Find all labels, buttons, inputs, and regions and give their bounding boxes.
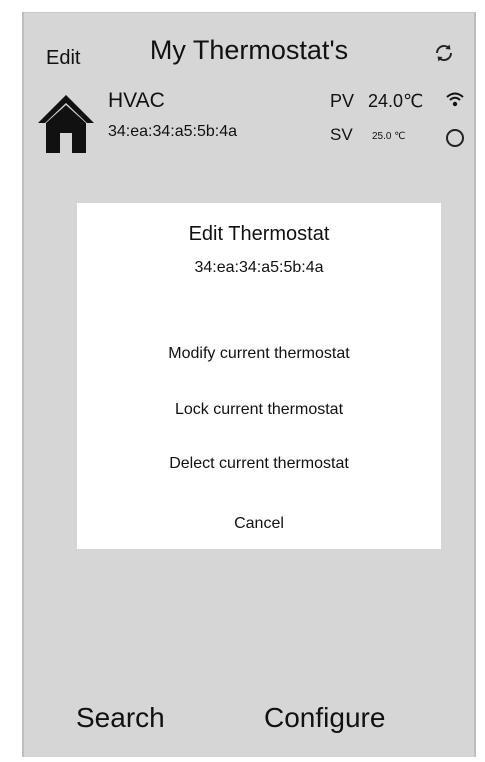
pv-label: PV bbox=[330, 91, 355, 111]
edit-thermostat-dialog: Edit Thermostat 34:ea:34:a5:5b:4a Modify… bbox=[77, 203, 441, 549]
dialog-subtitle: 34:ea:34:a5:5b:4a bbox=[194, 259, 324, 276]
house-icon bbox=[38, 95, 94, 153]
dialog-title: Edit Thermostat bbox=[188, 223, 330, 245]
refresh-icon[interactable] bbox=[432, 41, 456, 65]
thermostat-row[interactable]: HVAC 34:ea:34:a5:5b:4a PV 24.0℃ SV 25.0 … bbox=[24, 83, 474, 163]
lock-thermostat-option[interactable]: Lock current thermostat bbox=[77, 401, 441, 419]
power-toggle-icon[interactable] bbox=[446, 129, 464, 147]
sv-label: SV bbox=[330, 125, 353, 144]
sv-value: 25.0 ℃ bbox=[372, 131, 406, 142]
delete-thermostat-option[interactable]: Delect current thermostat bbox=[77, 455, 441, 473]
modify-thermostat-option[interactable]: Modify current thermostat bbox=[77, 345, 441, 363]
device-mac: 34:ea:34:a5:5b:4a bbox=[108, 123, 238, 140]
configure-button[interactable]: Configure bbox=[264, 702, 385, 734]
cancel-button[interactable]: Cancel bbox=[77, 515, 441, 533]
search-button[interactable]: Search bbox=[76, 702, 165, 734]
header: Edit My Thermostat's bbox=[24, 13, 474, 83]
pv-value: 24.0℃ bbox=[368, 91, 424, 111]
device-name: HVAC bbox=[108, 89, 165, 112]
wifi-icon bbox=[446, 92, 464, 107]
app-screen: Edit My Thermostat's HVAC 34:ea:34:a5:5b… bbox=[22, 12, 476, 757]
page-title: My Thermostat's bbox=[149, 35, 349, 65]
